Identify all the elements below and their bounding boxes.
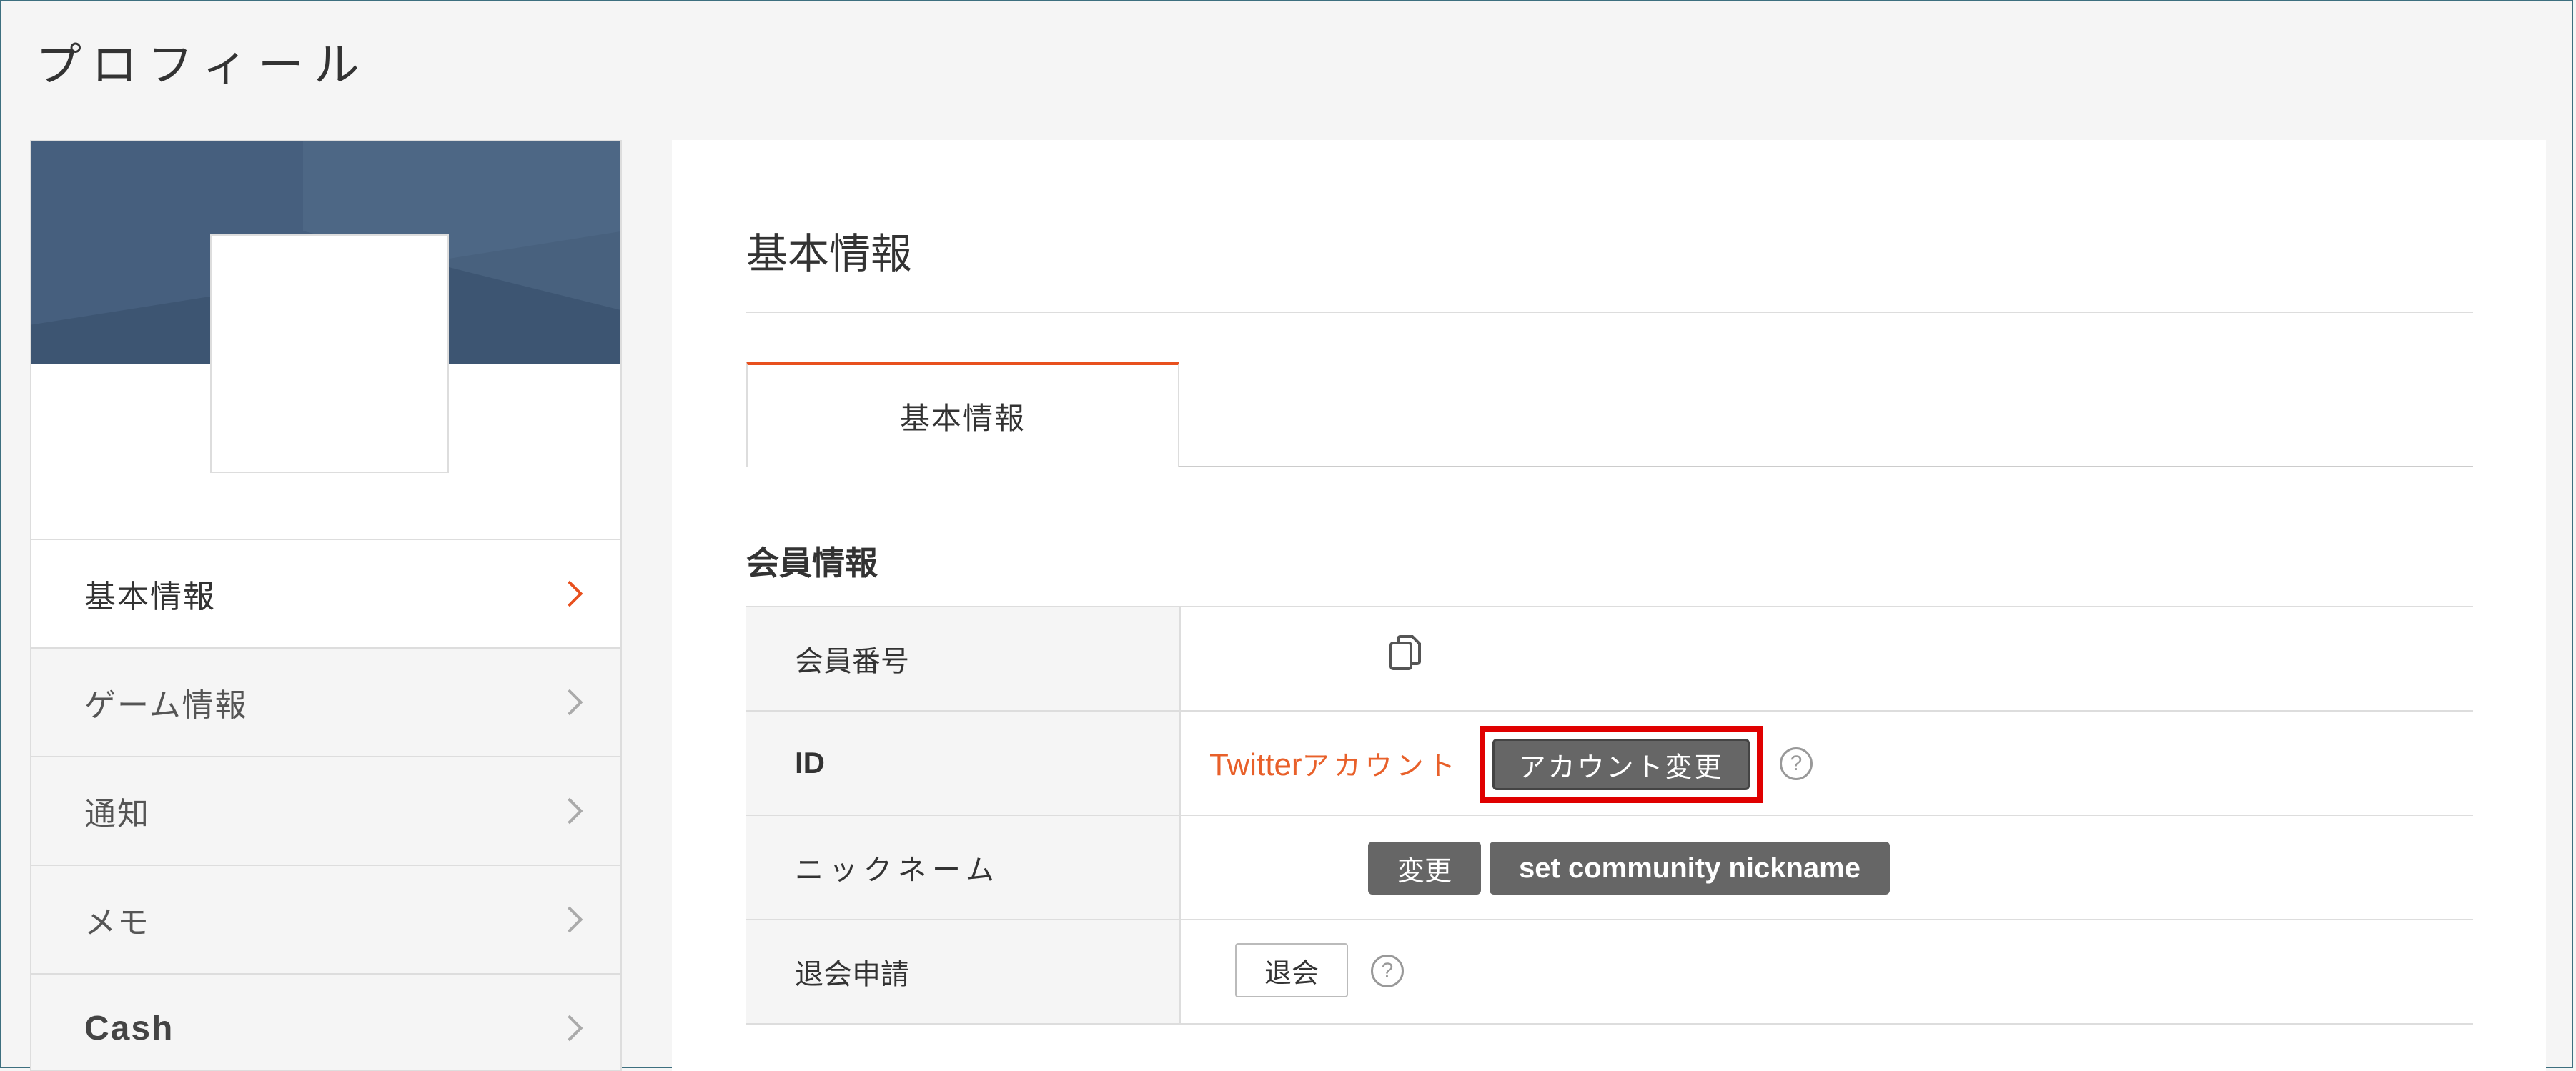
table-row-member-number: 会員番号 (746, 607, 2473, 712)
table-row-nickname: ニックネーム 変更 set community nickname (746, 816, 2473, 920)
sidebar-item-label: 通知 (84, 796, 150, 832)
chevron-right-icon (556, 906, 583, 933)
sidebar-item-basic-info[interactable]: 基本情報 (31, 539, 620, 647)
profile-sidebar: 基本情報 ゲーム情報 通知 メモ Cash (30, 140, 622, 1071)
chevron-right-icon (556, 1015, 583, 1042)
member-info-table: 会員番号 ID Twitterアカウント アカウント変更 ? ニックネーム 変更… (746, 606, 2473, 1025)
divider (746, 312, 2473, 313)
sidebar-item-label: Cash (84, 1009, 174, 1047)
change-nickname-button[interactable]: 変更 (1368, 842, 1481, 895)
sidebar-item-label: 基本情報 (84, 579, 216, 615)
withdraw-button[interactable]: 退会 (1235, 943, 1348, 997)
row-label: 会員番号 (746, 607, 1181, 710)
sidebar-item-game-info[interactable]: ゲーム情報 (31, 647, 620, 756)
set-community-nickname-button[interactable]: set community nickname (1490, 842, 1890, 895)
chevron-right-icon (556, 689, 583, 716)
sidebar-item-memo[interactable]: メモ (31, 865, 620, 973)
sidebar-item-label: メモ (84, 905, 150, 941)
sidebar-item-cash[interactable]: Cash (31, 973, 620, 1070)
row-label: ニックネーム (746, 816, 1181, 919)
chevron-right-icon (556, 580, 583, 607)
change-account-button[interactable]: アカウント変更 (1492, 739, 1750, 790)
page-title: プロフィール (36, 39, 370, 92)
table-row-withdraw: 退会申請 退会 ? (746, 920, 2473, 1025)
tab-divider (1179, 466, 2473, 467)
copy-icon[interactable] (1388, 634, 1424, 674)
chevron-right-icon (556, 797, 583, 825)
row-label: ID (746, 712, 1181, 815)
help-icon[interactable]: ? (1371, 955, 1404, 987)
section-title: 基本情報 (746, 229, 913, 278)
subsection-title: 会員情報 (746, 544, 878, 582)
linked-account-text: Twitterアカウント (1209, 747, 1460, 782)
sidebar-item-label: ゲーム情報 (84, 687, 248, 724)
tab-basic-info[interactable]: 基本情報 (746, 362, 1179, 467)
help-icon[interactable]: ? (1780, 747, 1813, 780)
sidebar-item-notifications[interactable]: 通知 (31, 756, 620, 865)
table-row-id: ID Twitterアカウント アカウント変更 ? (746, 712, 2473, 816)
row-label: 退会申請 (746, 920, 1181, 1023)
main-panel: 基本情報 基本情報 会員情報 会員番号 ID Twitterアカウント アカウン (672, 140, 2546, 1071)
sidebar-menu: 基本情報 ゲーム情報 通知 メモ Cash (31, 539, 620, 1070)
avatar (210, 234, 449, 473)
